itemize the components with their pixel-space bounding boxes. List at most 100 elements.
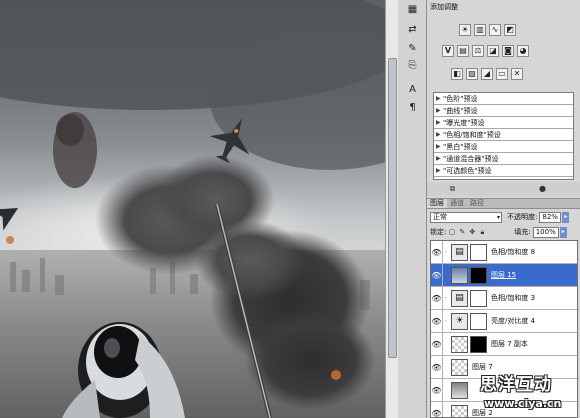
adjustments-row-2: V ▤ ⚖ ◪ ◙ ◕ <box>442 45 529 58</box>
preset-item[interactable]: ▶ "可选颜色"预设 <box>434 165 573 177</box>
tab-layers[interactable]: 图层 <box>427 199 447 208</box>
lock-position-icon[interactable]: ✥ <box>468 228 476 236</box>
chain-link-icon: · <box>445 317 447 325</box>
layer-name[interactable]: 亮度/对比度 4 <box>491 316 535 326</box>
watermark-url: www.ciya.cn <box>484 397 562 410</box>
clone-source-icon[interactable]: ⎘ <box>404 58 421 73</box>
lock-image-icon[interactable]: ✎ <box>458 228 466 236</box>
right-panels: 添加调整 ☀ ▥ ∿ ◩ V ▤ ⚖ ◪ ◙ ◕ ◧ ▨ ◢ ▭ ✕ ▶ "色阶"… <box>427 0 580 418</box>
fill-label: 填充: <box>514 228 531 236</box>
preset-item[interactable]: ▶ "黑白"预设 <box>434 141 573 153</box>
layer-mask-icon[interactable]: ⧉ <box>447 184 458 194</box>
panel-options-icon[interactable]: ● <box>537 184 548 194</box>
character-panel-icon[interactable]: A <box>404 82 421 97</box>
adjustment-thumbnail: ▤ <box>451 243 468 261</box>
chain-link-icon: · <box>445 294 447 302</box>
lock-all-icon[interactable]: 🔒︎ <box>478 228 486 236</box>
preset-item[interactable]: ▶ "色阶"预设 <box>434 93 573 105</box>
selective-color-icon[interactable]: ✕ <box>511 68 523 80</box>
hue-saturation-icon[interactable]: ▤ <box>457 45 469 57</box>
invert-icon[interactable]: ◧ <box>451 68 463 80</box>
layer-mask-thumbnail[interactable] <box>470 266 487 284</box>
expand-triangle-icon: ▶ <box>436 119 441 126</box>
layer-mask-thumbnail[interactable] <box>470 243 487 261</box>
adjustments-panel-icon[interactable]: ⇄ <box>404 22 421 37</box>
layer-mask-thumbnail[interactable] <box>470 312 487 330</box>
preset-item[interactable]: ▶ "通道混合器"预设 <box>434 153 573 165</box>
preset-label: "色阶"预设 <box>443 94 478 103</box>
opacity-field[interactable]: 82% <box>539 211 562 223</box>
expand-triangle-icon: ▶ <box>436 143 441 150</box>
vibrance-icon[interactable]: V <box>442 45 454 57</box>
swatches-panel-icon[interactable]: ▦ <box>404 2 421 17</box>
visibility-eye-icon[interactable]: 👁︎ <box>431 263 443 287</box>
layer-row[interactable]: 👁︎ · ☀ 亮度/对比度 4 <box>431 309 577 333</box>
gradient-map-icon[interactable]: ▭ <box>496 68 508 80</box>
visibility-eye-icon[interactable]: 👁︎ <box>431 241 443 264</box>
expand-triangle-icon: ▶ <box>436 107 441 114</box>
curves-icon[interactable]: ∿ <box>489 24 501 36</box>
preset-label: "可选颜色"预设 <box>443 166 492 175</box>
paragraph-panel-icon[interactable]: ¶ <box>404 100 421 115</box>
preset-item[interactable]: ▶ "色相/饱和度"预设 <box>434 129 573 141</box>
scrollbar-thumb[interactable] <box>388 58 397 358</box>
blend-opacity-row: 正常 不透明度: 82% ▸ <box>430 211 578 223</box>
visibility-eye-icon[interactable]: 👁︎ <box>431 286 443 310</box>
layer-thumbnail <box>451 266 468 284</box>
preset-label: "通道混合器"预设 <box>443 154 499 163</box>
adjustment-thumbnail: ☀ <box>451 312 468 330</box>
expand-triangle-icon: ▶ <box>436 155 441 162</box>
lock-fill-row: 锁定: ▢ ✎ ✥ 🔒︎ 填充: 100% ▸ <box>430 226 578 238</box>
brush-panel-icon[interactable]: ✎ <box>404 41 421 56</box>
posterize-icon[interactable]: ▨ <box>466 68 478 80</box>
threshold-icon[interactable]: ◢ <box>481 68 493 80</box>
layer-name[interactable]: 图层 7 副本 <box>491 339 528 349</box>
preset-item[interactable]: ▶ "曲线"预设 <box>434 105 573 117</box>
layer-row[interactable]: 👁︎ 图层 7 副本 <box>431 332 577 356</box>
preset-item[interactable]: ▶ "曝光度"预设 <box>434 117 573 129</box>
fill-slider-button[interactable]: ▸ <box>559 226 567 238</box>
blend-mode-select[interactable]: 正常 <box>430 211 502 223</box>
opacity-label: 不透明度: <box>507 213 538 221</box>
preset-label: "色相/饱和度"预设 <box>443 130 501 139</box>
layer-name[interactable]: 图层 15 <box>491 270 516 280</box>
channel-mixer-icon[interactable]: ◕ <box>517 45 529 57</box>
watermark: 思洋互动 www.ciya.cn <box>440 370 580 418</box>
exposure-icon[interactable]: ◩ <box>504 24 516 36</box>
color-balance-icon[interactable]: ⚖ <box>472 45 484 57</box>
adjustment-presets-list: ▶ "色阶"预设 ▶ "曲线"预设 ▶ "曝光度"预设 ▶ "色相/饱和度"预设 ▶ "黑… <box>433 92 574 180</box>
opacity-slider-button[interactable]: ▸ <box>562 211 570 223</box>
preset-label: "曝光度"预设 <box>443 118 485 127</box>
levels-icon[interactable]: ▥ <box>474 24 486 36</box>
photo-filter-icon[interactable]: ◙ <box>502 45 514 57</box>
adjustments-footer: ⧉ ● <box>427 182 580 196</box>
expand-triangle-icon: ▶ <box>436 131 441 138</box>
layer-name[interactable]: 色相/饱和度 3 <box>491 293 535 303</box>
panel-toolstrip: ▦ ⇄ ✎ ⎘ A ¶ <box>398 0 427 418</box>
layers-tabs: 图层 通道 路径 <box>427 198 580 209</box>
layer-mask-thumbnail[interactable] <box>470 335 487 353</box>
layer-row[interactable]: 👁︎ · ▤ 色相/饱和度 8 <box>431 241 577 264</box>
layer-row[interactable]: 👁︎ · ▤ 色相/饱和度 3 <box>431 286 577 310</box>
canvas-artwork <box>0 0 385 418</box>
adjustments-title: 添加调整 <box>430 3 458 11</box>
lock-transparency-icon[interactable]: ▢ <box>448 228 456 236</box>
fill-field[interactable]: 100% <box>532 226 559 238</box>
watermark-brand: 思洋互动 <box>480 375 552 395</box>
tab-paths[interactable]: 路径 <box>467 199 487 208</box>
layer-thumbnail <box>451 335 468 353</box>
black-white-icon[interactable]: ◪ <box>487 45 499 57</box>
visibility-eye-icon[interactable]: 👁︎ <box>431 309 443 333</box>
brightness-icon[interactable]: ☀ <box>459 24 471 36</box>
layer-row-selected[interactable]: 👁︎ 图层 15 <box>431 263 577 287</box>
layer-name[interactable]: 色相/饱和度 8 <box>491 247 535 257</box>
adjustment-thumbnail: ▤ <box>451 289 468 307</box>
tab-channels[interactable]: 通道 <box>447 199 467 208</box>
expand-triangle-icon: ▶ <box>436 167 441 174</box>
adjustments-row-1: ☀ ▥ ∿ ◩ <box>459 24 516 37</box>
layer-mask-thumbnail[interactable] <box>470 289 487 307</box>
document-canvas[interactable] <box>0 0 385 418</box>
preset-label: "曲线"预设 <box>443 106 478 115</box>
canvas-vertical-scrollbar[interactable] <box>385 0 398 418</box>
visibility-eye-icon[interactable]: 👁︎ <box>431 332 443 356</box>
